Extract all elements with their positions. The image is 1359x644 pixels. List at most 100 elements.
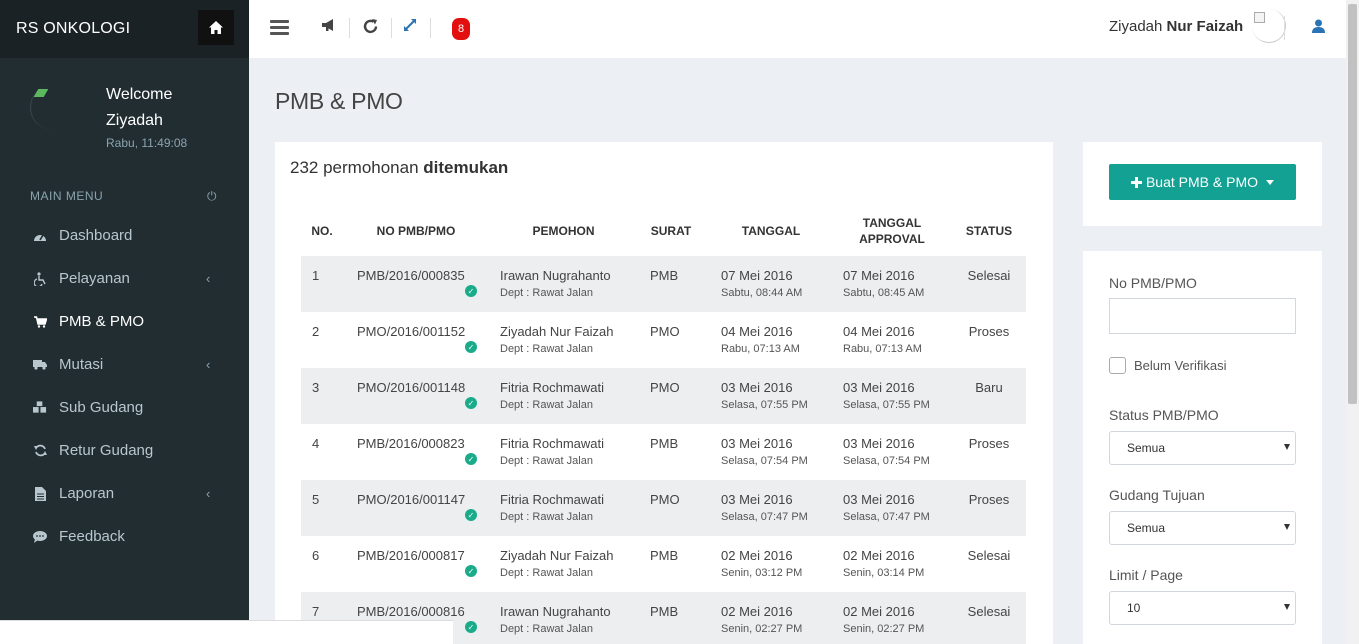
cell-pemohon: Ziyadah Nur Faizah Dept : Rawat Jalan [500, 548, 613, 579]
table-body: 1 PMB/2016/000835 ✓ Irawan Nugrahanto Dept :… [301, 256, 1026, 644]
cell-tanggal-approval: 02 Mei 2016 Senin, 02:27 PM [843, 604, 924, 635]
tanggal-time: Selasa, 07:47 PM [721, 511, 808, 523]
table-row[interactable]: 3 PMO/2016/001148 ✓ Fitria Rochmawati Dept :… [301, 368, 1026, 424]
tanggal-date: 07 Mei 2016 [721, 268, 793, 283]
cell-tanggal: 03 Mei 2016 Selasa, 07:54 PM [721, 436, 808, 467]
approval-time: Rabu, 07:13 AM [843, 343, 922, 355]
tanggal-date: 03 Mei 2016 [721, 380, 793, 395]
approval-time: Senin, 03:14 PM [843, 567, 925, 579]
tanggal-date: 03 Mei 2016 [721, 436, 793, 451]
tanggal-date: 03 Mei 2016 [721, 492, 793, 507]
cell-status: Proses [968, 324, 1010, 339]
bullhorn-icon[interactable] [321, 18, 337, 36]
refresh-icon [33, 444, 47, 458]
cell-code[interactable]: PMO/2016/001147 [357, 492, 465, 507]
reload-icon[interactable] [362, 18, 379, 39]
tanggal-time: Selasa, 07:54 PM [721, 455, 808, 467]
user-icon[interactable] [1312, 19, 1325, 36]
tanggal-time: Selasa, 07:55 PM [721, 399, 808, 411]
tanggal-date: 02 Mei 2016 [721, 548, 793, 563]
header-tanggal-approval[interactable]: TANGGAL APPROVAL [842, 206, 942, 256]
cell-no: 3 [312, 380, 320, 395]
unverified-checkbox[interactable] [1109, 357, 1126, 374]
cell-code[interactable]: PMB/2016/000816 [357, 604, 465, 619]
pemohon-dept: Dept : Rawat Jalan [500, 567, 593, 579]
create-pmb-label: Buat PMB & PMO [1145, 174, 1259, 190]
top-avatar[interactable] [1252, 9, 1286, 43]
gudang-label: Gudang Tujuan [1109, 487, 1205, 503]
status-select[interactable]: Semua [1109, 431, 1296, 465]
cell-no: 1 [312, 268, 320, 283]
sidebar-toggle-icon[interactable] [270, 20, 289, 38]
header-surat[interactable]: SURAT [646, 206, 696, 256]
table-row[interactable]: 6 PMB/2016/000817 ✓ Ziyadah Nur Faizah Dept … [301, 536, 1026, 592]
cell-code[interactable]: PMO/2016/001148 [357, 380, 465, 395]
cell-no: 4 [312, 436, 320, 451]
cell-tanggal-approval: 03 Mei 2016 Selasa, 07:54 PM [843, 436, 930, 467]
username[interactable]: Ziyadah Nur Faizah [1109, 18, 1243, 35]
sidebar-item-pmb-pmo[interactable]: PMB & PMO [0, 300, 249, 343]
create-pmb-button[interactable]: Buat PMB & PMO [1109, 164, 1296, 200]
dashboard-icon [33, 229, 47, 243]
no-pmb-input[interactable] [1109, 298, 1296, 334]
table-row[interactable]: 4 PMB/2016/000823 ✓ Fitria Rochmawati Dept :… [301, 424, 1026, 480]
cell-surat: PMB [650, 548, 679, 563]
approval-date: 04 Mei 2016 [843, 324, 915, 339]
cell-status: Selesai [967, 548, 1011, 563]
tanggal-time: Senin, 02:27 PM [721, 623, 803, 635]
result-count-prefix: 232 permohonan [290, 158, 419, 177]
limit-select[interactable]: 10 [1109, 591, 1296, 625]
cell-tanggal: 07 Mei 2016 Sabtu, 08:44 AM [721, 268, 802, 299]
notification-badge[interactable]: 8 [452, 18, 470, 40]
scrollbar[interactable] [1346, 0, 1359, 644]
cubes-icon [33, 401, 47, 415]
cell-code[interactable]: PMB/2016/000835 [357, 268, 465, 283]
power-icon[interactable]: ⏻ [207, 178, 217, 214]
home-button[interactable] [198, 10, 234, 45]
header-no-pmb[interactable]: NO PMB/PMO [351, 206, 481, 256]
header-no[interactable]: NO. [301, 206, 343, 256]
chevron-left-icon: ‹ [206, 486, 211, 501]
welcome-label: Welcome [106, 86, 173, 103]
sidebar-item-retur-gudang[interactable]: Retur Gudang [0, 429, 249, 472]
approval-date: 03 Mei 2016 [843, 436, 915, 451]
table-row[interactable]: 1 PMB/2016/000835 ✓ Irawan Nugrahanto Dept :… [301, 256, 1026, 312]
cell-code[interactable]: PMO/2016/001152 [357, 324, 465, 339]
table-row[interactable]: 5 PMO/2016/001147 ✓ Fitria Rochmawati Dept :… [301, 480, 1026, 536]
pemohon-name: Fitria Rochmawati [500, 380, 605, 395]
header-pemohon[interactable]: PEMOHON [501, 206, 626, 256]
sidebar-item-label: Retur Gudang [59, 442, 154, 459]
cell-code[interactable]: PMB/2016/000823 [357, 436, 465, 451]
gudang-select[interactable]: Semua [1109, 511, 1296, 545]
tanggal-date: 02 Mei 2016 [721, 604, 793, 619]
fullscreen-icon[interactable] [403, 18, 417, 36]
cell-status: Selesai [967, 604, 1011, 619]
sidebar-item-label: Dashboard [59, 227, 133, 244]
verified-check-icon: ✓ [465, 341, 477, 353]
sidebar-item-laporan[interactable]: Laporan ‹ [0, 472, 249, 515]
approval-date: 07 Mei 2016 [843, 268, 915, 283]
sidebar-item-label: Feedback [59, 528, 125, 545]
top-navbar: 8 Ziyadah Nur Faizah [249, 0, 1346, 58]
cell-code[interactable]: PMB/2016/000817 [357, 548, 465, 563]
verified-check-icon: ✓ [465, 285, 477, 297]
sidebar-item-feedback[interactable]: Feedback [0, 515, 249, 558]
sidebar-item-mutasi[interactable]: Mutasi ‹ [0, 343, 249, 386]
sidebar-item-pelayanan[interactable]: Pelayanan ‹ [0, 257, 249, 300]
table-row[interactable]: 2 PMO/2016/001152 ✓ Ziyadah Nur Faizah Dept … [301, 312, 1026, 368]
unverified-label[interactable]: Belum Verifikasi [1134, 358, 1226, 373]
menu-list: Dashboard Pelayanan ‹ PMB & PMO Mutasi ‹ Sub G… [0, 214, 249, 558]
scrollbar-thumb[interactable] [1348, 4, 1357, 404]
header-tanggal[interactable]: TANGGAL [721, 206, 821, 256]
approval-date: 02 Mei 2016 [843, 604, 915, 619]
brand-logo[interactable]: RS ONKOLOGI [0, 20, 130, 38]
pemohon-name: Fitria Rochmawati [500, 436, 605, 451]
approval-time: Selasa, 07:47 PM [843, 511, 930, 523]
header-status[interactable]: STATUS [961, 206, 1017, 256]
pemohon-dept: Dept : Rawat Jalan [500, 511, 593, 523]
sidebar-item-dashboard[interactable]: Dashboard [0, 214, 249, 257]
sidebar-item-sub-gudang[interactable]: Sub Gudang [0, 386, 249, 429]
tanggal-time: Senin, 03:12 PM [721, 567, 803, 579]
cell-no: 2 [312, 324, 320, 339]
cell-no: 6 [312, 548, 320, 563]
